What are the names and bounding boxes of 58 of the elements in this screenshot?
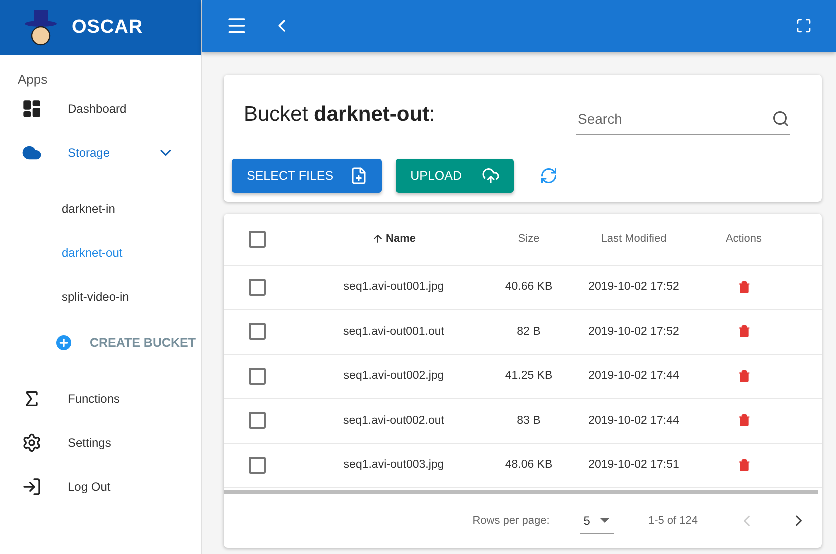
plus-icon bbox=[54, 333, 74, 353]
nav-item[interactable]: Storage bbox=[0, 131, 201, 175]
bucket-item[interactable]: darknet-out bbox=[0, 231, 201, 275]
delete-icon[interactable] bbox=[738, 414, 750, 428]
delete-icon[interactable] bbox=[738, 280, 750, 294]
file-name: seq1.avi-out001.out bbox=[342, 326, 446, 338]
column-header: Last Modified bbox=[600, 233, 668, 245]
app-title: OSCAR bbox=[72, 16, 144, 38]
select-files-button[interactable]: SELECT FILES bbox=[232, 158, 382, 192]
upload-button[interactable]: UPLOAD bbox=[396, 158, 514, 192]
row-checkbox[interactable] bbox=[249, 278, 266, 296]
dropdown-icon bbox=[600, 518, 610, 523]
modified-date: 2019-10-02 17:51 bbox=[588, 459, 680, 472]
nav-item[interactable]: Dashboard bbox=[0, 87, 201, 131]
delete-icon[interactable] bbox=[738, 325, 750, 338]
section-heading: Apps bbox=[17, 71, 49, 87]
search-icon bbox=[772, 110, 790, 128]
fullscreen-icon[interactable] bbox=[796, 18, 812, 34]
refresh-icon bbox=[540, 166, 558, 184]
page-range: 1-5 of 124 bbox=[648, 515, 698, 527]
delete-icon[interactable] bbox=[738, 370, 750, 383]
file-size: 48.06 KB bbox=[504, 459, 554, 472]
file-size: 41.25 KB bbox=[504, 370, 554, 382]
modified-date: 2019-10-02 17:44 bbox=[588, 370, 680, 382]
file-size: 82 B bbox=[516, 326, 542, 338]
row-checkbox[interactable] bbox=[249, 323, 266, 340]
file-name: seq1.avi-out001.jpg bbox=[342, 281, 446, 294]
column-header[interactable]: Name bbox=[386, 233, 416, 245]
column-header: Actions bbox=[724, 233, 764, 245]
nav-item[interactable]: Log Out bbox=[0, 465, 201, 509]
row-checkbox[interactable] bbox=[249, 368, 266, 385]
delete-icon[interactable] bbox=[738, 458, 750, 472]
bucket-item[interactable]: split-video-in bbox=[0, 275, 201, 319]
modified-date: 2019-10-02 17:52 bbox=[588, 326, 680, 338]
row-checkbox[interactable] bbox=[249, 456, 266, 474]
modified-date: 2019-10-02 17:52 bbox=[588, 281, 680, 294]
dashboard-icon bbox=[22, 99, 42, 119]
file-size: 40.66 KB bbox=[504, 281, 554, 294]
modified-date: 2019-10-02 17:44 bbox=[588, 414, 680, 427]
nav-item[interactable]: Functions bbox=[0, 377, 201, 421]
file-size: 83 B bbox=[516, 414, 542, 427]
sort-arrow-icon bbox=[372, 233, 384, 245]
select-all-checkbox[interactable] bbox=[249, 230, 266, 248]
settings-icon bbox=[22, 433, 42, 453]
file-plus-icon bbox=[350, 166, 368, 184]
file-name: seq1.avi-out002.out bbox=[342, 414, 446, 427]
rows-per-page-select[interactable]: 5 bbox=[580, 508, 614, 534]
row-checkbox[interactable] bbox=[249, 412, 266, 430]
bucket-title: Bucket darknet-out: bbox=[244, 102, 436, 126]
bucket-item[interactable]: darknet-in bbox=[0, 187, 201, 231]
column-header: Size bbox=[517, 233, 541, 245]
cloud-upload-icon bbox=[482, 166, 500, 184]
logo-icon bbox=[24, 8, 58, 46]
logout-icon bbox=[22, 477, 42, 497]
nav-item[interactable]: Settings bbox=[0, 421, 201, 465]
rows-per-page-label: Rows per page: bbox=[472, 515, 550, 527]
file-name: seq1.avi-out003.jpg bbox=[342, 459, 446, 472]
file-name: seq1.avi-out002.jpg bbox=[342, 370, 446, 382]
